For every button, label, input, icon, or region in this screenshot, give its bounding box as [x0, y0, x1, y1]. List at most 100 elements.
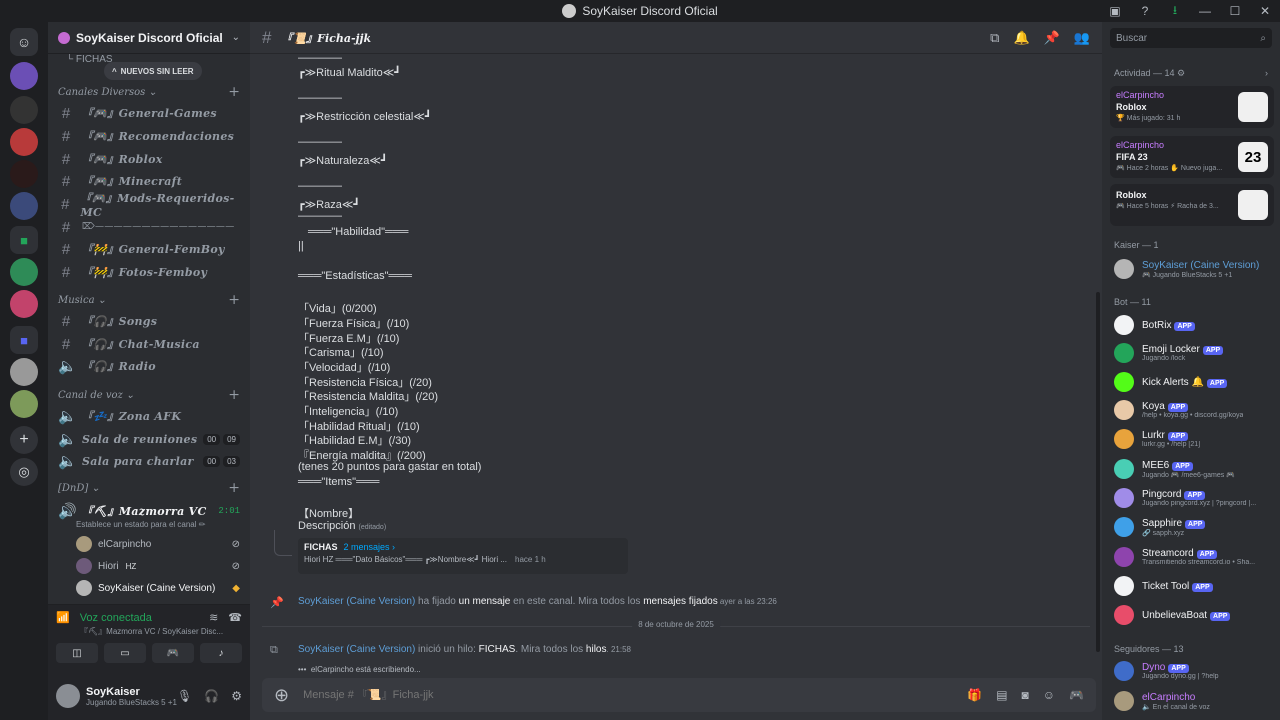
activity-card[interactable]: Roblox 🎮 Hace 5 horas ⚡ Racha de 3... — [1110, 184, 1274, 226]
message-input[interactable] — [303, 689, 968, 701]
voice-channel-path[interactable]: 『⛏』Mazmorra VC / SoyKaiser Disc... — [80, 626, 242, 637]
member-item[interactable]: Dyno APP Jugando dyno.gg | ?help — [1114, 658, 1274, 684]
member-item[interactable]: Lurkr APP lurkr.gg • /help [21] — [1114, 426, 1274, 452]
new-unread-badge[interactable]: ^ NUEVOS SIN LEER — [104, 62, 202, 80]
member-item[interactable]: MEE6 APP Jugando 🎮 /mee6-games 🎮 — [1114, 456, 1274, 482]
download-icon[interactable]: ⭳ — [1160, 0, 1190, 22]
microphone-icon[interactable]: 🎙 — [177, 689, 192, 703]
gear-icon[interactable]: ⚙ — [231, 689, 242, 703]
member-item[interactable]: elCarpincho 🔈 En el canal de voz — [1114, 688, 1274, 714]
server-icon[interactable] — [10, 96, 38, 124]
hash-icon: # — [61, 172, 71, 190]
member-item[interactable]: Sapphire APP 🔗 sapph.xyz — [1114, 514, 1274, 540]
server-folder-icon[interactable]: ■ — [10, 226, 38, 254]
activity-card[interactable]: elCarpincho Roblox 🏆 Más jugado: 31 h — [1110, 86, 1274, 128]
member-item[interactable]: Kick Alerts 🔔 APP — [1114, 369, 1274, 395]
threads-icon[interactable]: ⧉ — [990, 30, 999, 46]
voice-status[interactable]: Voz conectada — [80, 612, 152, 624]
server-icon[interactable] — [10, 390, 38, 418]
upload-button[interactable]: ⊕ — [274, 685, 289, 706]
camera-button[interactable]: ◫ — [56, 643, 98, 663]
add-channel-icon[interactable]: + — [228, 84, 240, 100]
vc-user[interactable]: elCarpincho ⊘ — [76, 534, 240, 554]
soundboard-button[interactable]: ♪ — [200, 643, 242, 663]
category-diversos[interactable]: Canales Diversos ⌄ + — [58, 84, 240, 100]
voice-channel-item[interactable]: 🔈 Sala para charlar 00 03 — [58, 450, 240, 472]
add-channel-icon[interactable]: + — [228, 480, 240, 496]
guild-header[interactable]: SoyKaiser Discord Oficial ⌄ — [48, 22, 250, 54]
server-icon[interactable] — [10, 258, 38, 286]
channel-item[interactable]: # 『🎧』Chat-Musica — [58, 333, 240, 355]
vc-user[interactable]: SoyKaiser (Caine Version) ◆ — [76, 578, 240, 598]
server-icon[interactable] — [10, 128, 38, 156]
server-icon[interactable] — [10, 290, 38, 318]
gift-icon[interactable]: 🎁 — [967, 688, 982, 702]
apps-icon[interactable]: 🎮 — [1069, 688, 1084, 702]
category-voz[interactable]: Canal de voz ⌄ + — [58, 387, 240, 403]
member-item[interactable]: BotRix APP — [1114, 312, 1274, 338]
member-item[interactable]: Pingcord APP Jugando pingcord.xyz | ?pingc… — [1114, 485, 1274, 511]
pin-icon: 📌 — [270, 597, 284, 609]
voice-channel-item[interactable]: 🔈 『🎧』Radio — [58, 355, 240, 377]
activities-button[interactable]: 🎮 — [152, 643, 194, 663]
member-item[interactable]: Emoji Locker APP Jugando /lock — [1114, 340, 1274, 366]
minimize-icon[interactable]: — — [1190, 0, 1220, 22]
channel-item[interactable]: # 『🚧』General-FemBoy — [58, 238, 240, 260]
avatar[interactable] — [56, 684, 80, 708]
category-dnd[interactable]: [DnD] ⌄ + — [58, 480, 240, 496]
headphones-icon[interactable]: 🎧 — [204, 689, 219, 703]
voice-channel-active[interactable]: 🔊 『⛏』Mazmorra VC 2:01 — [58, 500, 240, 522]
role-header: Kaiser — 1 — [1114, 240, 1159, 250]
close-icon[interactable]: ✕ — [1250, 0, 1280, 22]
maximize-icon[interactable]: ☐ — [1220, 0, 1250, 22]
vc-user[interactable]: Hiori HZ ⊘ — [76, 556, 240, 576]
screen-share-button[interactable]: ▭ — [104, 643, 146, 663]
gif-icon[interactable]: ▤ — [996, 688, 1007, 702]
channel-item[interactable]: # 『🚧』Fotos-Femboy — [58, 261, 240, 283]
add-channel-icon[interactable]: + — [228, 387, 240, 403]
voice-channel-item[interactable]: 🔈 『💤』Zona AFK — [58, 405, 240, 427]
channel-item[interactable]: # ⌦——————————————— — [58, 216, 240, 238]
activity-header[interactable]: Actividad — 14 ⚙ › — [1114, 68, 1268, 79]
member-item[interactable]: UnbelievaBoat APP — [1114, 602, 1274, 628]
add-channel-icon[interactable]: + — [228, 292, 240, 308]
category-musica[interactable]: Musica ⌄ + — [58, 292, 240, 308]
disconnect-icon[interactable]: ☎ — [228, 611, 242, 624]
member-item[interactable]: SoyKaiser (Caine Version) 🎮 Jugando BlueS… — [1114, 256, 1274, 282]
noise-suppression-icon[interactable]: ≋ — [209, 611, 218, 624]
server-icon[interactable] — [10, 62, 38, 90]
server-folder-icon[interactable]: ■ — [10, 326, 38, 354]
members-icon[interactable]: 👥 — [1074, 30, 1090, 46]
help-icon[interactable]: ? — [1130, 0, 1160, 22]
member-item[interactable]: Streamcord APP Transmitiendo streamcord.io… — [1114, 544, 1274, 570]
channel-item[interactable]: # 『🎮』Mods-Requeridos-MC — [58, 192, 240, 219]
server-icon[interactable] — [10, 358, 38, 386]
emoji-icon[interactable]: ☺ — [1043, 688, 1055, 702]
server-icon[interactable] — [10, 160, 38, 188]
avatar — [76, 558, 92, 574]
inbox-icon[interactable]: ▣ — [1100, 0, 1130, 22]
channel-item[interactable]: # 『🎧』Songs — [58, 310, 240, 332]
voice-channel-item[interactable]: 🔈 Sala de reuniones 00 09 — [58, 428, 240, 450]
bell-icon[interactable]: 🔔 — [1013, 30, 1029, 46]
scrollbar[interactable] — [1096, 292, 1100, 652]
thread-count-link[interactable]: 2 mensajes › — [344, 542, 396, 552]
guild-icon — [58, 31, 70, 44]
pin-icon[interactable]: 📌 — [1044, 30, 1060, 46]
add-server-icon[interactable]: + — [10, 426, 38, 454]
activity-card[interactable]: elCarpincho FIFA 23 🎮 Hace 2 horas ✋ Nue… — [1110, 136, 1274, 178]
member-item[interactable]: Koya APP/help • koya.gg • discord.gg/koya — [1114, 397, 1274, 423]
vc-status[interactable]: Establece un estado para el canal ✏ — [76, 520, 205, 529]
fichas-thread-link[interactable]: └ FICHAS — [66, 54, 113, 65]
sticker-icon[interactable]: ◙ — [1022, 688, 1029, 702]
member-item[interactable]: Ticket Tool APP — [1114, 573, 1274, 599]
spoiler-text[interactable]: || — [298, 240, 304, 252]
channel-item[interactable]: # 『🎮』General-Games — [58, 102, 240, 124]
server-icon[interactable] — [10, 192, 38, 220]
discover-icon[interactable]: ◎ — [10, 458, 38, 486]
channel-item[interactable]: # 『🎮』Recomendaciones — [58, 125, 240, 147]
search-input[interactable]: Buscar ⌕ — [1110, 28, 1272, 48]
home-button[interactable]: ☺ — [10, 28, 38, 56]
channel-item[interactable]: # 『🎮』Roblox — [58, 148, 240, 170]
thread-preview[interactable]: FICHAS 2 mensajes › Hiori HZ ═══"Dato Bás… — [298, 538, 628, 574]
